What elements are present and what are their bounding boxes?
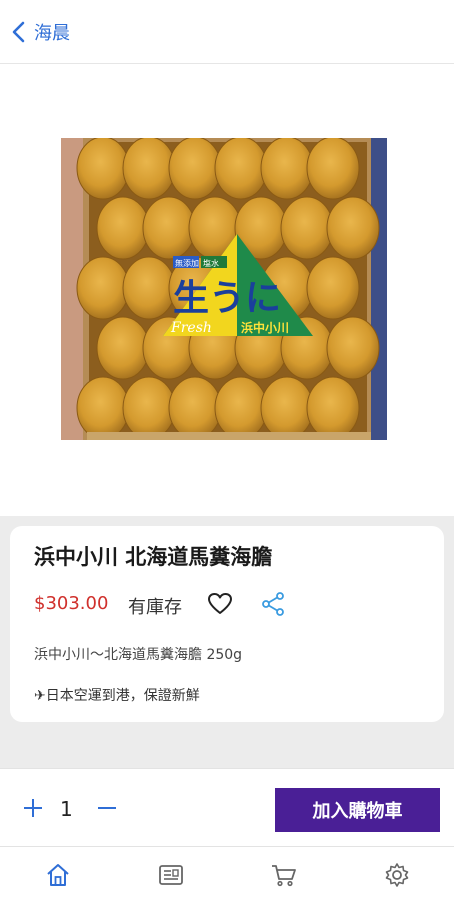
stock-status: 有庫存 — [128, 597, 182, 618]
label-brand: 浜中小川 — [241, 320, 289, 335]
heart-icon[interactable] — [207, 591, 233, 617]
label-tag-2: 塩水 — [203, 258, 219, 268]
top-bar: 海晨 — [0, 0, 454, 64]
label-fresh: Fresh — [170, 320, 212, 336]
settings-icon[interactable] — [383, 861, 411, 889]
menu-icon[interactable] — [157, 861, 185, 889]
back-button[interactable]: 海晨 — [10, 19, 70, 45]
minus-icon[interactable] — [94, 795, 120, 821]
cart-icon[interactable] — [270, 861, 298, 889]
bottom-tab-bar — [0, 846, 454, 900]
product-info-card: 浜中小川 北海道馬糞海膽 $303.00 有庫存 浜中小川～北海道馬糞海膽 25… — [10, 526, 444, 722]
add-to-cart-button[interactable]: 加入購物車 — [275, 788, 440, 832]
home-icon[interactable] — [44, 861, 72, 889]
chevron-left-icon — [12, 21, 25, 42]
shipping-note: ✈日本空運到港，保證新鮮 — [34, 688, 200, 704]
back-label: 海晨 — [34, 22, 70, 44]
label-tag-1: 無添加 — [175, 258, 199, 268]
quantity-value: 1 — [60, 797, 73, 821]
product-photo: 無添加 塩水 生うに Fresh 浜中小川 — [61, 138, 387, 440]
plus-icon[interactable] — [20, 795, 46, 821]
product-price: $303.00 — [34, 593, 109, 614]
product-title: 浜中小川 北海道馬糞海膽 — [34, 545, 273, 569]
product-description: 浜中小川～北海道馬糞海膽 250g — [34, 647, 243, 663]
label-main: 生うに — [173, 277, 281, 319]
share-icon[interactable] — [260, 591, 286, 617]
quantity-bar: 1 加入購物車 — [0, 768, 454, 846]
product-image-area: 無添加 塩水 生うに Fresh 浜中小川 — [0, 64, 454, 516]
